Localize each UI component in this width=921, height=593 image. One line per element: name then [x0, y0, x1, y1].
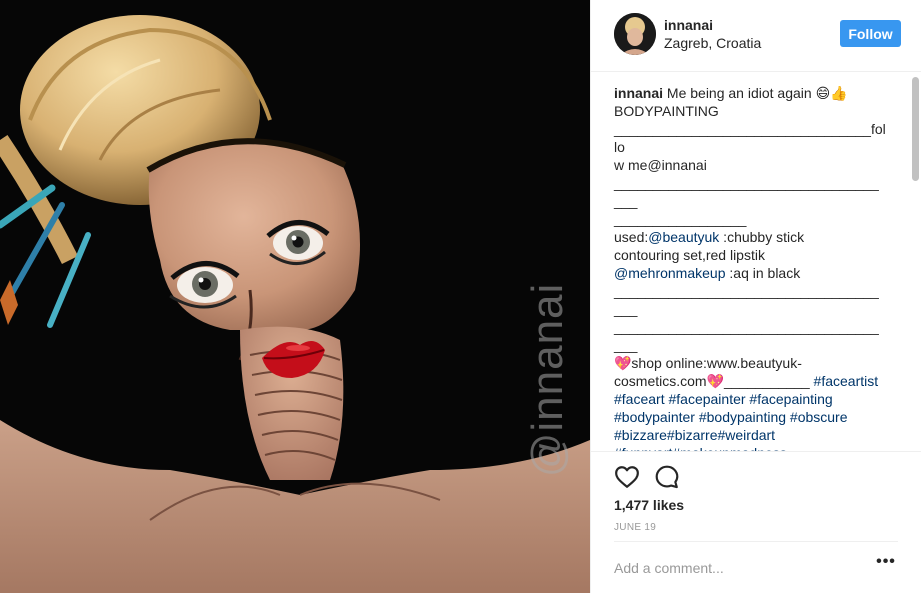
follow-button[interactable]: Follow	[840, 20, 901, 47]
caption-text-span: used:	[614, 229, 649, 245]
header-username[interactable]: innanai	[664, 17, 713, 33]
caption-line: BODYPAINTING	[614, 102, 886, 120]
instagram-post: @innanai innanai Zagreb, Croatia Follow …	[0, 0, 921, 593]
caption-line: #bizzare#bizarre#weirdart	[614, 426, 886, 444]
avatar[interactable]	[614, 13, 656, 55]
caption-line: _____________________________________	[614, 282, 886, 318]
post-header: innanai Zagreb, Croatia Follow	[591, 0, 921, 72]
caption-line: #faceart #facepainter #facepainting	[614, 390, 886, 408]
speech-bubble-icon	[655, 465, 679, 489]
caption-line: #funnyart#makeupmadness	[614, 444, 886, 451]
heart-outline-icon	[615, 466, 639, 488]
avatar-image	[614, 13, 656, 55]
like-button[interactable]	[614, 464, 640, 490]
caption-text: innanai Me being an idiot again 😄👍 BODYPA…	[614, 84, 886, 451]
caption-text-span: cosmetics.com💖___________	[614, 373, 814, 389]
caption-text-span: :chubby stick	[719, 229, 805, 245]
caption-text-span: _________________	[614, 211, 747, 227]
caption-line: innanai Me being an idiot again 😄👍	[614, 84, 886, 102]
caption-text-span: _________________________________follo	[614, 121, 886, 155]
more-options-button[interactable]: •••	[876, 553, 896, 577]
caption-scrollbar[interactable]	[912, 73, 919, 451]
caption-line: _________________	[614, 210, 886, 228]
caption-line: _____________________________________	[614, 318, 886, 354]
comment-divider	[614, 541, 898, 542]
caption-link[interactable]: @beautyuk	[648, 229, 719, 245]
post-photo[interactable]: @innanai	[0, 0, 590, 593]
post-sidebar: innanai Zagreb, Croatia Follow innanai M…	[590, 0, 921, 593]
caption-line: _____________________________________	[614, 174, 886, 210]
caption-text-span: 💖shop online:www.beautyuk-	[614, 355, 802, 371]
caption-line: #bodypainter #bodypainting #obscure	[614, 408, 886, 426]
likes-count[interactable]: 1,477 likes	[614, 497, 684, 513]
caption-text-span: Me being an idiot again 😄👍	[663, 85, 848, 101]
caption-link[interactable]: #bizzare#bizarre#weirdart	[614, 427, 775, 443]
caption-link[interactable]: #faceart #facepainter #facepainting	[614, 391, 833, 407]
caption-line: 💖shop online:www.beautyuk-	[614, 354, 886, 372]
caption-text-span: :aq in black	[725, 265, 801, 281]
caption-link[interactable]: #faceartist	[814, 373, 879, 389]
caption-text-span: contouring set,red lipstik	[614, 247, 765, 263]
comment-input[interactable]	[614, 557, 854, 579]
comment-button[interactable]	[654, 464, 680, 490]
body-painting-illustration	[0, 0, 590, 593]
caption-line: cosmetics.com💖___________ #faceartist	[614, 372, 886, 390]
post-actions: 1,477 likes JUNE 19	[591, 451, 921, 541]
caption-text-span: _____________________________________	[614, 319, 879, 353]
caption-text-span: _____________________________________	[614, 175, 879, 209]
caption-line: _________________________________follo	[614, 120, 886, 156]
comment-bar: •••	[591, 541, 921, 593]
caption-line: w me@innanai	[614, 156, 886, 174]
caption-text-span: BODYPAINTING	[614, 103, 719, 119]
caption-text-span: _____________________________________	[614, 283, 879, 317]
watermark-text: @innanai	[523, 282, 572, 478]
scrollbar-thumb[interactable]	[912, 77, 919, 181]
post-date[interactable]: JUNE 19	[614, 522, 656, 533]
caption-username[interactable]: innanai	[614, 85, 663, 101]
header-location[interactable]: Zagreb, Croatia	[664, 35, 761, 51]
caption-line: used:@beautyuk :chubby stick	[614, 228, 886, 246]
caption-line: contouring set,red lipstik	[614, 246, 886, 264]
caption-link[interactable]: #bodypainter #bodypainting #obscure	[614, 409, 848, 425]
caption-link[interactable]: @mehronmakeup	[614, 265, 726, 281]
caption-line: @mehronmakeup :aq in black	[614, 264, 886, 282]
caption-text-span: w me@innanai	[614, 157, 707, 173]
caption-section: innanai Me being an idiot again 😄👍 BODYPA…	[591, 73, 921, 451]
